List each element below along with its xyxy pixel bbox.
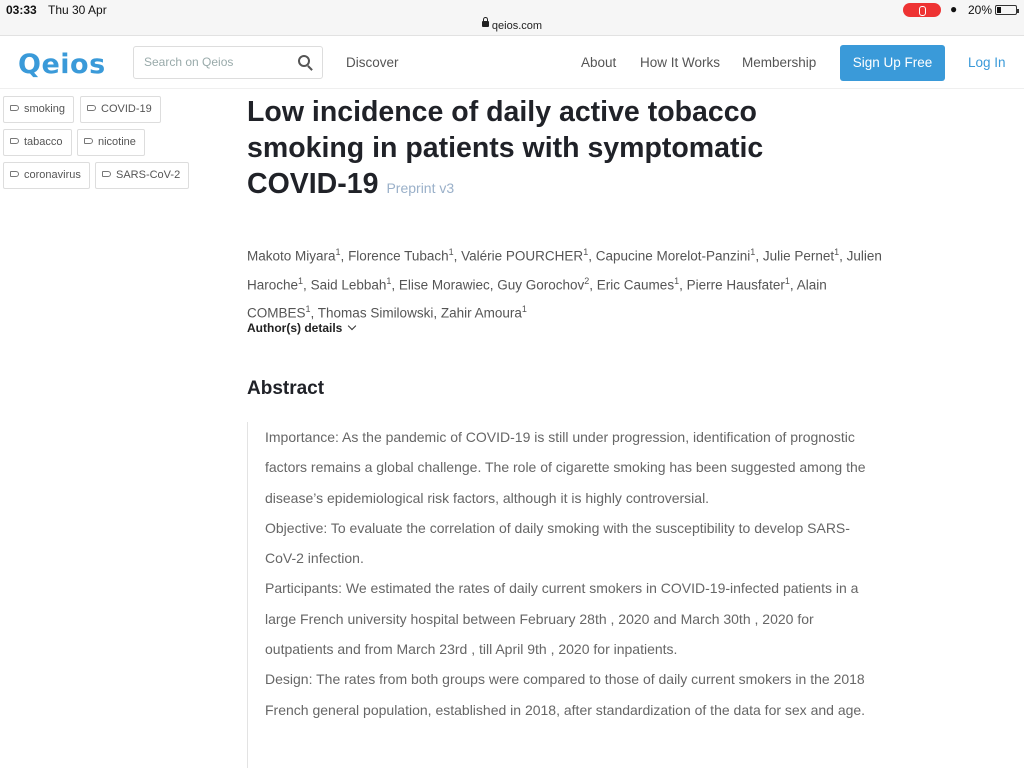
author-affiliation: 1 <box>583 247 589 257</box>
tag-icon <box>84 138 93 144</box>
author-affiliation: 1 <box>305 304 311 314</box>
tag-nicotine[interactable]: nicotine <box>77 129 145 156</box>
tag-coronavirus[interactable]: coronavirus <box>3 162 90 189</box>
log-in-link[interactable]: Log In <box>968 55 1006 70</box>
tag-icon <box>10 138 19 144</box>
author-affiliation: 1 <box>834 247 840 257</box>
author-affiliation: 1 <box>521 304 527 314</box>
author-list: Makoto Miyara1, Florence Tubach1, Valéri… <box>247 247 882 321</box>
author-name[interactable]: Elise Morawiec <box>399 277 490 292</box>
author-affiliation: 1 <box>448 247 454 257</box>
author-affiliation: 1 <box>335 247 341 257</box>
author-affiliation: 1 <box>674 275 680 286</box>
search-box[interactable] <box>133 46 323 79</box>
tag-tabacco[interactable]: tabacco <box>3 129 72 156</box>
search-input[interactable] <box>144 55 294 69</box>
author-name[interactable]: Said Lebbah <box>311 277 387 292</box>
site-header: Qeios Discover About How It Works Member… <box>0 37 1024 89</box>
author-name[interactable]: Zahir Amoura <box>441 306 522 321</box>
nav-how-it-works[interactable]: How It Works <box>640 55 720 70</box>
preprint-version-badge[interactable]: Preprint v3 <box>386 180 454 196</box>
abstract-heading: Abstract <box>247 378 325 399</box>
status-date: Thu 30 Apr <box>48 3 107 17</box>
sign-up-button[interactable]: Sign Up Free <box>840 45 945 81</box>
abstract-paragraph: Objective: To evaluate the correlation o… <box>265 519 850 567</box>
url-text[interactable]: qeios.com <box>492 20 542 32</box>
status-time: 03:33 <box>6 3 37 17</box>
abstract-paragraph: Design: The rates from both groups were … <box>265 671 866 718</box>
nav-about[interactable]: About <box>581 55 616 70</box>
abstract-body: Importance: As the pandemic of COVID-19 … <box>247 422 867 768</box>
lock-icon <box>481 17 489 27</box>
site-logo[interactable]: Qeios <box>18 49 106 80</box>
tag-icon <box>10 105 19 111</box>
chevron-down-icon <box>348 321 357 331</box>
author-name[interactable]: Julie Pernet <box>763 249 834 264</box>
author-name[interactable]: Thomas Similowski <box>318 306 434 321</box>
tag-covid-19[interactable]: COVID-19 <box>80 96 161 123</box>
author-details-toggle[interactable]: Author(s) details <box>247 321 357 335</box>
nav-membership[interactable]: Membership <box>742 55 816 70</box>
author-name[interactable]: Capucine Morelot-Panzini <box>596 249 751 264</box>
battery-percentage: 20% <box>968 3 993 17</box>
address-bar[interactable]: qeios.com <box>0 17 1024 36</box>
author-affiliation: 1 <box>298 275 304 286</box>
tag-icon <box>87 105 96 111</box>
author-name[interactable]: Eric Caumes <box>597 277 674 292</box>
abstract-paragraph: Participants: We estimated the rates of … <box>265 580 859 658</box>
author-name[interactable]: Guy Gorochov <box>497 277 584 292</box>
nav-discover[interactable]: Discover <box>346 55 399 70</box>
author-name[interactable]: Florence Tubach <box>348 249 449 264</box>
search-icon[interactable] <box>298 55 310 67</box>
microphone-recording-icon[interactable] <box>903 3 941 17</box>
author-affiliation: 1 <box>784 275 790 286</box>
author-affiliation: 1 <box>386 275 392 286</box>
article-title: Low incidence of daily active tobacco sm… <box>247 96 764 200</box>
tag-smoking[interactable]: smoking <box>3 96 74 123</box>
battery-icon <box>995 5 1019 15</box>
wifi-icon: ● <box>950 2 958 16</box>
abstract-paragraph: Importance: As the pandemic of COVID-19 … <box>265 429 866 506</box>
tag-sars-cov-2[interactable]: SARS-CoV-2 <box>95 162 190 189</box>
author-affiliation: 2 <box>584 275 590 286</box>
author-name[interactable]: Valérie POURCHER <box>461 249 583 264</box>
tag-icon <box>10 171 19 177</box>
author-affiliation: 1 <box>750 247 756 257</box>
author-name[interactable]: Makoto Miyara <box>247 249 336 264</box>
tag-icon <box>102 171 111 177</box>
status-bar: 03:33 Thu 30 Apr ● 20% <box>0 0 1024 20</box>
author-name[interactable]: Pierre Hausfater <box>687 277 785 292</box>
